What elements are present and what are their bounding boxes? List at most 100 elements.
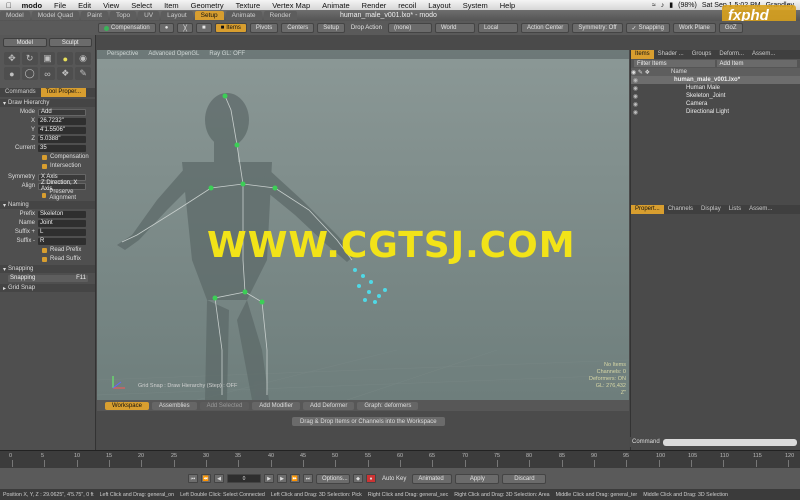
select-polygons-button[interactable]: ■ xyxy=(195,23,212,33)
eye-icon[interactable]: ◉ xyxy=(631,77,640,84)
draw-hierarchy-section[interactable]: ▾ Draw Hierarchy xyxy=(0,99,95,107)
menu-view[interactable]: View xyxy=(97,1,125,10)
tab-model-quad[interactable]: Model Quad xyxy=(31,11,80,20)
compensation-checkbox[interactable]: Compensation xyxy=(0,153,95,161)
menu-app[interactable]: modo xyxy=(18,1,48,10)
volume-icon[interactable]: ♪ xyxy=(661,2,665,9)
tab-items[interactable]: Items xyxy=(631,50,654,59)
suffix-plus-field[interactable]: L xyxy=(38,228,86,236)
add-modifier-button[interactable]: Add Modifier xyxy=(252,401,300,410)
menu-vertex-map[interactable]: Vertex Map xyxy=(266,1,316,10)
tab-topo[interactable]: Topo xyxy=(109,11,137,20)
view-perspective-tab[interactable]: Perspective xyxy=(103,50,142,59)
joint-tool-icon[interactable]: ● xyxy=(4,67,20,80)
item-row[interactable]: ◉ human_male_v001.lxo* xyxy=(631,76,800,84)
setup-button[interactable]: Setup xyxy=(317,23,345,33)
menu-texture[interactable]: Texture xyxy=(230,1,267,10)
tab-channels[interactable]: Channels xyxy=(664,205,697,214)
x-field[interactable]: 26.7232" xyxy=(38,117,86,125)
prev-frame-icon[interactable]: ◀ xyxy=(214,474,224,483)
tab-tool-properties[interactable]: Tool Proper... xyxy=(40,88,87,97)
tab-shader[interactable]: Shader ... xyxy=(654,50,688,59)
animated-select[interactable]: Animated xyxy=(412,473,453,484)
menu-edit[interactable]: Edit xyxy=(72,1,97,10)
tab-animate[interactable]: Animate xyxy=(225,11,262,20)
item-row[interactable]: ◉ Human Male xyxy=(631,84,800,92)
tab-commands[interactable]: Commands xyxy=(0,88,41,97)
auto-key-toggle-icon[interactable]: ● xyxy=(366,474,376,483)
go-end-icon[interactable]: ⏭ xyxy=(303,474,313,483)
suffix-minus-field[interactable]: R xyxy=(38,237,86,245)
apply-button[interactable]: Apply xyxy=(455,473,500,484)
view-raygl-tab[interactable]: Ray GL: OFF xyxy=(205,50,249,59)
menu-help[interactable]: Help xyxy=(494,1,521,10)
rotate-tool-icon[interactable]: ↻ xyxy=(21,52,38,65)
naming-section[interactable]: ▾ Naming xyxy=(0,201,95,209)
read-suffix-checkbox[interactable]: Read Suffix xyxy=(0,255,95,263)
menu-layout[interactable]: Layout xyxy=(422,1,457,10)
tab-assem-lower[interactable]: Assem... xyxy=(745,205,776,214)
view-opengl-tab[interactable]: Advanced OpenGL xyxy=(144,50,203,59)
menu-file[interactable]: File xyxy=(48,1,72,10)
action-center-select[interactable]: Action Center xyxy=(520,23,570,33)
centers-button[interactable]: Centers xyxy=(281,23,315,33)
tab-lists[interactable]: Lists xyxy=(725,205,745,214)
tab-properties[interactable]: Propert... xyxy=(631,205,664,214)
tab-paint[interactable]: Paint xyxy=(81,11,108,20)
tab-setup[interactable]: Setup xyxy=(194,11,224,20)
graph-select[interactable]: Graph: deformers xyxy=(357,401,419,410)
pivots-button[interactable]: Pivots xyxy=(249,23,279,33)
item-row[interactable]: ◉ Directional Light xyxy=(631,108,800,116)
y-field[interactable]: 4'1.5506" xyxy=(38,126,86,134)
next-frame-icon[interactable]: ▶ xyxy=(277,474,287,483)
tab-groups[interactable]: Groups xyxy=(688,50,716,59)
goz-button[interactable]: GoZ xyxy=(718,23,743,33)
current-field[interactable]: 35 xyxy=(38,144,86,152)
tab-assem[interactable]: Assem... xyxy=(748,50,779,59)
sphere-tool-icon[interactable]: ◉ xyxy=(75,52,91,65)
apple-icon[interactable]:  xyxy=(0,1,18,10)
options-button[interactable]: Options... xyxy=(316,473,350,484)
read-prefix-checkbox[interactable]: Read Prefix xyxy=(0,246,95,254)
key-icon[interactable]: ◆ xyxy=(353,474,363,483)
item-row[interactable]: ◉ Skeleton_Joint xyxy=(631,92,800,100)
battery-icon[interactable]: ▮ xyxy=(669,1,673,9)
tab-display[interactable]: Display xyxy=(697,205,725,214)
tab-deform[interactable]: Deform... xyxy=(715,50,748,59)
drop-action-select[interactable]: (none) xyxy=(387,23,432,33)
discard-button[interactable]: Discard xyxy=(502,473,547,484)
add-deformer-button[interactable]: Add Deformer xyxy=(302,401,355,410)
menu-system[interactable]: System xyxy=(457,1,494,10)
work-plane-select[interactable]: Work Plane xyxy=(672,23,716,33)
menu-geometry[interactable]: Geometry xyxy=(185,1,230,10)
intersection-checkbox[interactable]: Intersection xyxy=(0,162,95,170)
menu-select[interactable]: Select xyxy=(125,1,158,10)
menu-animate[interactable]: Animate xyxy=(316,1,356,10)
light-tool-icon[interactable]: ● xyxy=(57,52,74,65)
items-button[interactable]: ■ Items xyxy=(214,23,247,33)
name-column[interactable]: Name xyxy=(671,69,687,75)
snapping-section[interactable]: ▾ Snapping xyxy=(0,265,95,273)
symmetry-select[interactable]: Symmetry: Off xyxy=(572,23,623,33)
go-start-icon[interactable]: ⏮ xyxy=(188,474,198,483)
wifi-icon[interactable]: ≈ xyxy=(652,2,656,9)
grid-snap-section[interactable]: ▸ Grid Snap xyxy=(0,284,95,292)
chain-tool-icon[interactable]: ∞ xyxy=(39,67,56,80)
z-field[interactable]: 5.0388" xyxy=(38,135,86,143)
tab-uv[interactable]: UV xyxy=(138,11,160,20)
local-button[interactable]: Local xyxy=(477,23,518,33)
next-key-icon[interactable]: ⏩ xyxy=(290,474,300,483)
add-item-button[interactable]: Add Item xyxy=(716,60,797,67)
deform-tool-icon[interactable]: ❖ xyxy=(57,67,74,80)
menu-render[interactable]: Render xyxy=(356,1,393,10)
menu-item[interactable]: Item xyxy=(158,1,185,10)
assemblies-tab[interactable]: Assemblies xyxy=(151,401,197,410)
snapping-button[interactable]: ✓ Snapping xyxy=(625,23,670,33)
prefix-field[interactable]: Skeleton xyxy=(38,210,86,218)
tab-render[interactable]: Render xyxy=(263,11,297,20)
bone-tool-icon[interactable]: ◯ xyxy=(21,67,38,80)
prev-key-icon[interactable]: ⏪ xyxy=(201,474,211,483)
filter-items-select[interactable]: Filter Items xyxy=(634,60,715,67)
tab-layout[interactable]: Layout xyxy=(161,11,193,20)
eye-icon[interactable]: ◉ xyxy=(631,101,640,108)
